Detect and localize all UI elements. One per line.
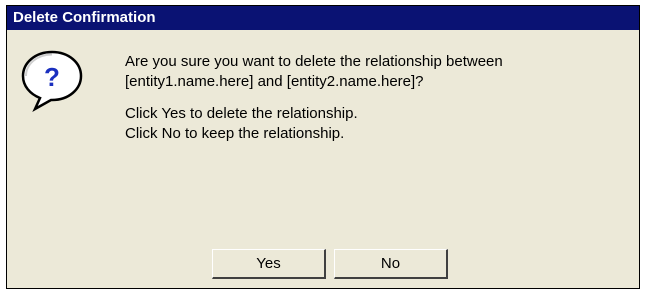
dialog-title: Delete Confirmation <box>7 6 639 30</box>
delete-confirmation-dialog: Delete Confirmation ? Are you sure you w… <box>6 5 640 289</box>
button-row: Yes No <box>7 249 639 281</box>
no-button[interactable]: No <box>334 249 448 279</box>
question-glyph: ? <box>44 62 60 92</box>
message-line-1: Are you sure you want to delete the rela… <box>125 53 503 70</box>
dialog-message: Are you sure you want to delete the rela… <box>125 52 625 144</box>
question-icon: ? <box>19 48 85 112</box>
yes-button[interactable]: Yes <box>212 249 326 279</box>
message-line-2: [entity1.name.here] and [entity2.name.he… <box>125 73 424 90</box>
instruction-yes: Click Yes to delete the relationship. <box>125 105 358 122</box>
instruction-no: Click No to keep the relationship. <box>125 125 345 142</box>
